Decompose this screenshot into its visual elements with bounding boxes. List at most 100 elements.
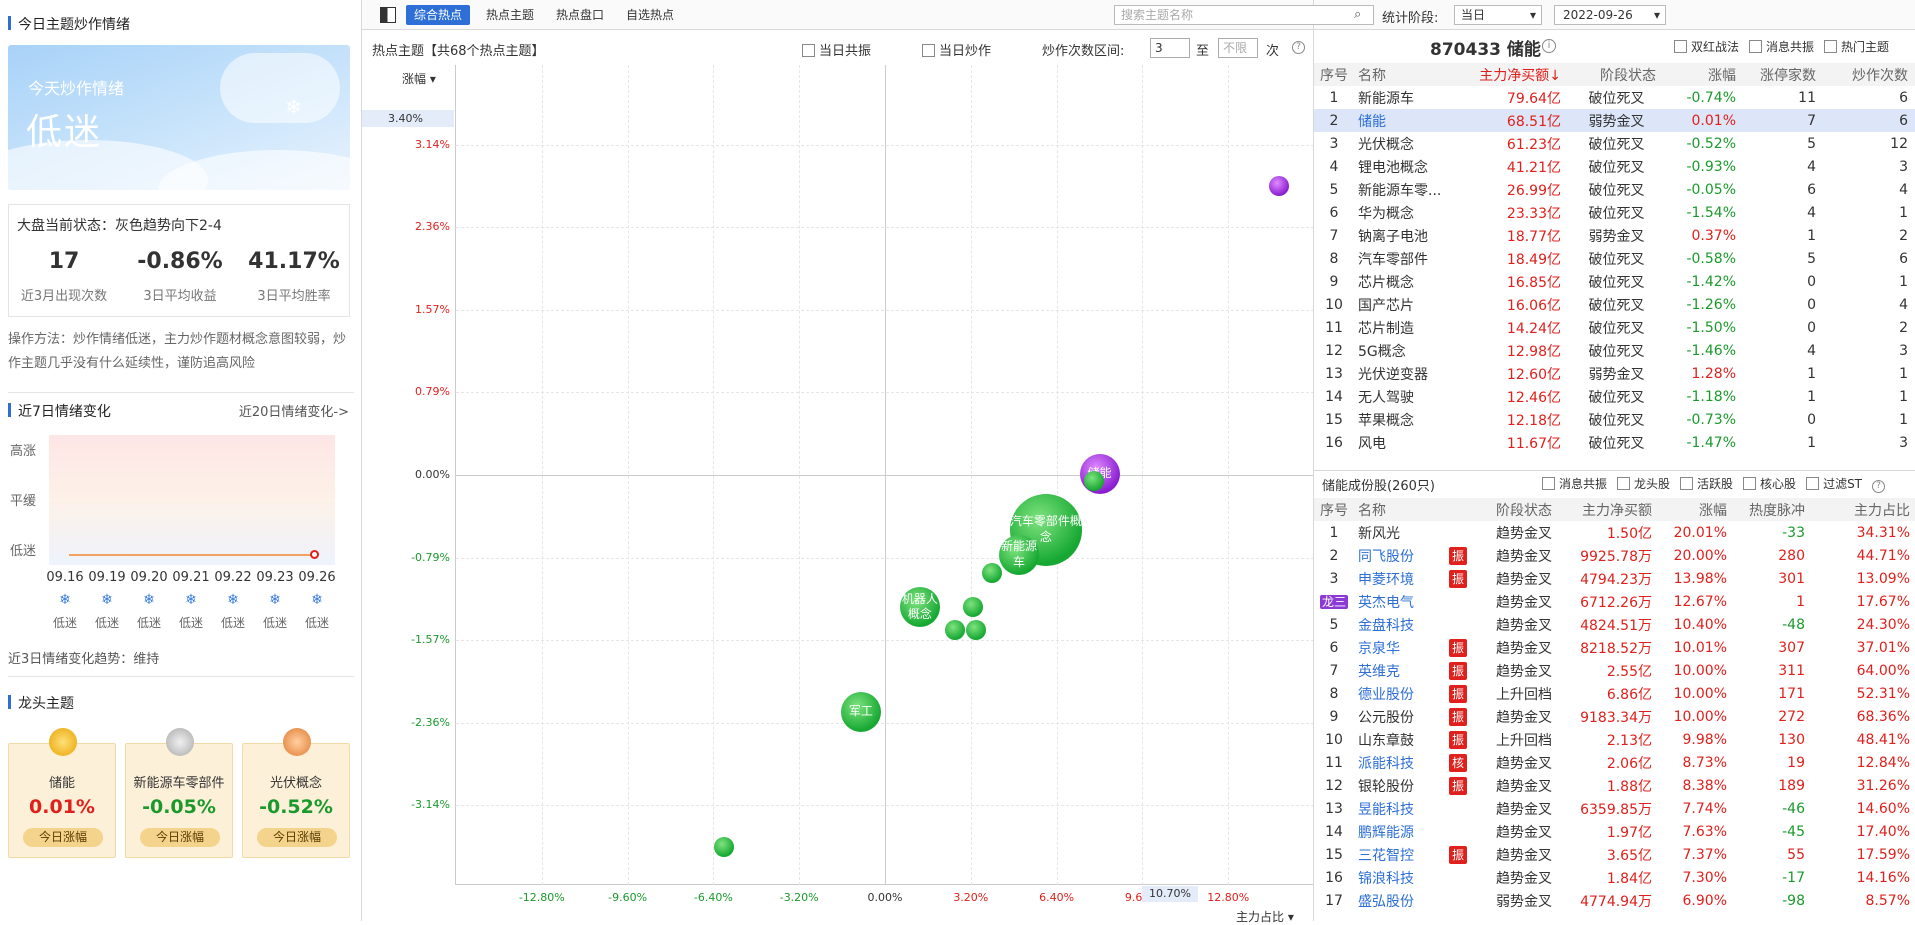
opt-resonance[interactable]: 当日共振 [802,40,871,59]
dragon-card[interactable]: 储能 0.01% 今日涨幅 [8,728,116,858]
column-header[interactable] [1438,498,1478,521]
topic-bubble[interactable] [982,562,1003,583]
option-checkbox[interactable]: 消息共振 [1542,477,1607,491]
stock-name[interactable]: 金盘科技 [1354,613,1438,636]
dragon-rise-button[interactable]: 今日涨幅 [257,828,337,847]
tab-comprehensive[interactable]: 综合热点 [406,5,471,25]
column-header[interactable]: 涨停家数 [1744,63,1824,86]
twenty-day-link[interactable]: 近20日情绪变化-> [239,401,349,420]
column-header[interactable]: 序号 [1314,498,1354,521]
table-row[interactable]: 14 无人驾驶 12.46亿 破位死叉 -1.18% 1 1 [1314,385,1915,408]
column-header[interactable]: 涨幅 [1658,498,1733,521]
option-checkbox[interactable]: 核心股 [1743,477,1796,491]
dragon-rise-button[interactable]: 今日涨幅 [23,828,103,847]
checkbox[interactable] [1806,477,1820,490]
table-row[interactable]: 15 三花智控振 趋势金叉 3.65亿 7.37% 55 17.59% [1314,843,1915,866]
dragon-card[interactable]: 新能源车零部件 -0.05% 今日涨幅 [125,728,233,858]
stock-name[interactable]: 公元股份 [1354,705,1438,728]
table-row[interactable]: 4 锂电池概念 41.21亿 破位死叉 -0.93% 4 3 [1314,155,1915,178]
table-row[interactable]: 8 汽车零部件 18.49亿 破位死叉 -0.58% 5 6 [1314,247,1915,270]
table-row[interactable]: 10 国产芯片 16.06亿 破位死叉 -1.26% 0 4 [1314,293,1915,316]
table-row[interactable]: 9 芯片概念 16.85亿 破位死叉 -1.42% 0 1 [1314,270,1915,293]
table-row[interactable]: 15 苹果概念 12.18亿 破位死叉 -0.73% 0 1 [1314,408,1915,431]
info-icon[interactable]: i [1542,39,1556,53]
table-row[interactable]: 1 新风光 趋势金叉 1.50亿 20.01% -33 34.31% [1314,521,1915,544]
stock-name[interactable]: 银轮股份 [1354,774,1438,797]
table-row[interactable]: 3 光伏概念 61.23亿 破位死叉 -0.52% 5 12 [1314,132,1915,155]
topic-bubble[interactable]: 机器人概念 [899,587,940,628]
checkbox[interactable] [1674,40,1687,53]
table-row[interactable]: 10 山东章鼓振 上升回档 2.13亿 9.98% 130 48.41% [1314,728,1915,751]
stock-name[interactable]: 申菱环境 [1354,567,1438,590]
stock-name[interactable]: 盛弘股份 [1354,889,1438,912]
table-row[interactable]: 12 5G概念 12.98亿 破位死叉 -1.46% 4 3 [1314,339,1915,362]
stock-name[interactable]: 三花智控 [1354,843,1438,866]
table-row[interactable]: 9 公元股份振 趋势金叉 9183.34万 10.00% 272 68.36% [1314,705,1915,728]
stock-name[interactable]: 山东章鼓 [1354,728,1438,751]
column-header[interactable]: 炒作次数 [1824,63,1915,86]
column-header[interactable]: 名称 [1354,63,1464,86]
table-row[interactable]: 11 派能科技核 趋势金叉 2.06亿 8.73% 19 12.84% [1314,751,1915,774]
topic-bubble[interactable] [963,597,984,618]
column-header[interactable]: 主力净买额 [1558,498,1658,521]
topic-bubble[interactable]: 新能源车 [999,534,1040,575]
checkbox[interactable] [802,44,815,57]
date-picker[interactable]: 2022-09-26 ▾ [1554,5,1666,25]
y-sort-dropdown[interactable]: 涨幅 ▾ [402,70,436,87]
range-to-input[interactable]: 不限 [1218,38,1258,58]
checkbox[interactable] [1680,477,1694,490]
tab-custom-hot[interactable]: 自选热点 [618,5,682,25]
option-checkbox[interactable]: 双红战法 [1674,40,1739,54]
stock-name[interactable]: 锦浪科技 [1354,866,1438,889]
stock-name[interactable]: 德业股份 [1354,682,1438,705]
table-row[interactable]: 14 鹏辉能源 趋势金叉 1.97亿 7.63% -45 17.40% [1314,820,1915,843]
table-row[interactable]: 2 同飞股份振 趋势金叉 9925.78万 20.00% 280 44.71% [1314,544,1915,567]
table-row[interactable]: 13 光伏逆变器 12.60亿 弱势金叉 1.28% 1 1 [1314,362,1915,385]
column-header[interactable]: 涨幅 [1664,63,1744,86]
option-checkbox[interactable]: 消息共振 [1749,40,1814,54]
stat-period-select[interactable]: 当日 ▾ [1454,5,1542,25]
stock-name[interactable]: 英杰电气 [1354,590,1438,613]
topic-bubble[interactable] [966,619,987,640]
x-sort-dropdown[interactable]: 主力占比 ▾ [1236,908,1294,925]
range-from-input[interactable]: 3 [1150,38,1190,58]
stock-name[interactable]: 同飞股份 [1354,544,1438,567]
table-row[interactable]: 龙三 英杰电气 趋势金叉 6712.26万 12.67% 1 17.67% [1314,590,1915,613]
topic-bubble[interactable] [944,619,965,640]
table-row[interactable]: 16 风电 11.67亿 破位死叉 -1.47% 1 3 [1314,431,1915,454]
help-icon[interactable]: ? [1872,480,1886,493]
stock-name[interactable]: 昱能科技 [1354,797,1438,820]
column-header[interactable]: 热度脉冲 [1733,498,1811,521]
checkbox[interactable] [922,44,935,57]
search-icon[interactable]: ⌕ [1354,7,1361,22]
table-row[interactable]: 7 钠离子电池 18.77亿 弱势金叉 0.37% 1 2 [1314,224,1915,247]
topic-bubble[interactable] [1269,175,1290,196]
table-row[interactable]: 16 锦浪科技 趋势金叉 1.84亿 7.30% -17 14.16% [1314,866,1915,889]
table-row[interactable]: 5 金盘科技 趋势金叉 4824.51万 10.40% -48 24.30% [1314,613,1915,636]
table-row[interactable]: 11 芯片制造 14.24亿 破位死叉 -1.50% 0 2 [1314,316,1915,339]
table-row[interactable]: 5 新能源车零... 26.99亿 破位死叉 -0.05% 6 4 [1314,178,1915,201]
tab-hot-topics[interactable]: 热点主题 [478,5,542,25]
table-row[interactable]: 3 申菱环境振 趋势金叉 4794.23万 13.98% 301 13.09% [1314,567,1915,590]
topic-bubble[interactable] [714,837,735,858]
checkbox[interactable] [1617,477,1631,490]
checkbox[interactable] [1743,477,1757,490]
table-row[interactable]: 1 新能源车 79.64亿 破位死叉 -0.74% 11 6 [1314,86,1915,109]
dragon-card[interactable]: 光伏概念 -0.52% 今日涨幅 [242,728,350,858]
panel-toggle-icon[interactable] [380,7,396,23]
table-row[interactable]: 6 京泉华振 趋势金叉 8218.52万 10.01% 307 37.01% [1314,636,1915,659]
table-row[interactable]: 6 华为概念 23.33亿 破位死叉 -1.54% 4 1 [1314,201,1915,224]
stock-name[interactable]: 京泉华 [1354,636,1438,659]
search-input[interactable]: 搜索主题名称 [1114,5,1374,25]
table-row[interactable]: 17 盛弘股份 弱势金叉 4774.94万 6.90% -98 8.57% [1314,889,1915,912]
option-checkbox[interactable]: 热门主题 [1824,40,1889,54]
help-icon[interactable]: ? [1292,41,1305,54]
column-header[interactable]: 主力占比 [1811,498,1915,521]
column-header[interactable]: 主力净买额↓ [1464,63,1569,86]
checkbox[interactable] [1542,477,1555,490]
table-row[interactable]: 8 德业股份振 上升回档 6.86亿 10.00% 171 52.31% [1314,682,1915,705]
option-checkbox[interactable]: 过滤ST [1806,477,1862,491]
column-header[interactable]: 序号 [1314,63,1354,86]
stock-name[interactable]: 派能科技 [1354,751,1438,774]
table-row[interactable]: 2 储能 68.51亿 弱势金叉 0.01% 7 6 [1314,109,1915,132]
